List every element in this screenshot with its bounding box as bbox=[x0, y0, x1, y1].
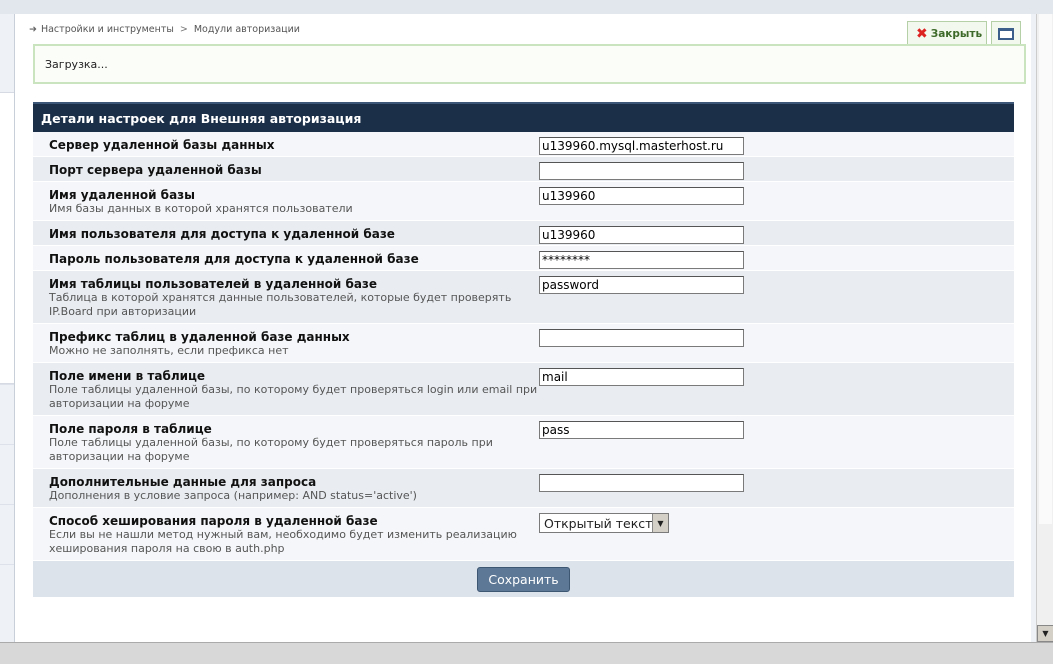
setting-input[interactable] bbox=[539, 276, 744, 294]
settings-row: Пароль пользователя для доступа к удален… bbox=[33, 246, 1014, 271]
breadcrumb: ➜ Настройки и инструменты > Модули авториза… bbox=[29, 24, 300, 35]
setting-field bbox=[539, 329, 744, 347]
settings-row: Способ хеширования пароля в удаленной ба… bbox=[33, 508, 1014, 561]
settings-row: Поле имени в таблице Поле таблицы удаленн… bbox=[33, 363, 1014, 416]
setting-input[interactable] bbox=[539, 474, 744, 492]
setting-description: Дополнения в условие запроса (например: … bbox=[49, 489, 417, 502]
top-frame-bar bbox=[0, 0, 1053, 14]
settings-row: Имя таблицы пользователей в удаленной ба… bbox=[33, 271, 1014, 324]
bottom-frame-bar bbox=[0, 642, 1053, 664]
setting-field bbox=[539, 368, 744, 386]
hash-method-select[interactable]: Открытый текст ▼ bbox=[539, 513, 669, 533]
save-button[interactable]: Сохранить bbox=[477, 566, 570, 592]
settings-row: Префикс таблиц в удаленной базе данных Мо… bbox=[33, 324, 1014, 363]
settings-row: Имя удаленной базы Имя базы данных в кото… bbox=[33, 182, 1014, 221]
select-value: Открытый текст bbox=[544, 515, 653, 531]
setting-description: Поле таблицы удаленной базы, по которому… bbox=[49, 383, 538, 410]
setting-field bbox=[539, 276, 744, 294]
setting-input[interactable] bbox=[539, 421, 744, 439]
setting-field bbox=[539, 137, 744, 155]
setting-input[interactable] bbox=[539, 137, 744, 155]
settings-row: Порт сервера удаленной базы bbox=[33, 157, 1014, 182]
setting-input[interactable] bbox=[539, 187, 744, 205]
setting-label: Способ хеширования пароля в удаленной ба… bbox=[49, 514, 378, 528]
setting-label: Сервер удаленной базы данных bbox=[49, 138, 275, 152]
setting-description: Можно не заполнять, если префикса нет bbox=[49, 344, 289, 357]
main-content: ➜ Настройки и инструменты > Модули авториза… bbox=[14, 14, 1031, 642]
setting-description: Если вы не нашли метод нужный вам, необх… bbox=[49, 528, 517, 555]
setting-description: Таблица в которой хранятся данные пользо… bbox=[49, 291, 512, 318]
setting-field bbox=[539, 421, 744, 439]
breadcrumb-separator: > bbox=[179, 24, 188, 35]
setting-input[interactable] bbox=[539, 226, 744, 244]
close-tab-button[interactable]: ✖ Закрыть bbox=[907, 21, 987, 45]
scroll-thumb[interactable] bbox=[1039, 14, 1052, 524]
loading-text: Загрузка... bbox=[45, 57, 108, 71]
close-x-icon: ✖ bbox=[916, 25, 928, 42]
setting-label: Поле имени в таблице bbox=[49, 369, 206, 383]
loading-status-box: Загрузка... bbox=[33, 44, 1026, 84]
setting-input[interactable] bbox=[539, 162, 744, 180]
window-icon bbox=[998, 27, 1014, 40]
setting-label: Поле пароля в таблице bbox=[49, 422, 212, 436]
setting-label: Имя таблицы пользователей в удаленной ба… bbox=[49, 277, 378, 291]
window-tab-button[interactable] bbox=[991, 21, 1021, 45]
setting-field bbox=[539, 187, 744, 205]
settings-row: Сервер удаленной базы данных bbox=[33, 132, 1014, 157]
settings-rows: Сервер удаленной базы данных Порт сервера… bbox=[33, 132, 1014, 561]
close-tab-label: Закрыть bbox=[930, 27, 983, 40]
setting-field bbox=[539, 226, 744, 244]
breadcrumb-item-auth-modules[interactable]: Модули авторизации bbox=[194, 24, 300, 35]
settings-row: Поле пароля в таблице Поле таблицы удален… bbox=[33, 416, 1014, 469]
setting-field bbox=[539, 162, 744, 180]
left-side-lines bbox=[0, 384, 14, 624]
scroll-down-arrow-icon[interactable]: ▼ bbox=[1037, 625, 1053, 642]
setting-input[interactable] bbox=[539, 368, 744, 386]
settings-panel: Детали настроек для Внешняя авторизация … bbox=[33, 102, 1014, 597]
setting-field: Открытый текст ▼ bbox=[539, 513, 669, 533]
arrow-right-icon: ➜ bbox=[29, 24, 37, 35]
password-input[interactable] bbox=[539, 251, 744, 269]
vertical-scrollbar[interactable]: ▼ bbox=[1036, 14, 1053, 642]
panel-title: Детали настроек для Внешняя авторизация bbox=[33, 102, 1014, 132]
setting-label: Имя пользователя для доступа к удаленной… bbox=[49, 227, 395, 241]
setting-field bbox=[539, 251, 744, 269]
breadcrumb-item-settings[interactable]: Настройки и инструменты bbox=[41, 24, 174, 35]
left-side-panel bbox=[0, 92, 14, 384]
setting-description: Имя базы данных в которой хранятся польз… bbox=[49, 202, 353, 215]
chevron-down-icon[interactable]: ▼ bbox=[652, 514, 668, 532]
setting-label: Дополнительные данные для запроса bbox=[49, 475, 317, 489]
setting-field bbox=[539, 474, 744, 492]
setting-label: Префикс таблиц в удаленной базе данных bbox=[49, 330, 350, 344]
setting-input[interactable] bbox=[539, 329, 744, 347]
panel-footer: Сохранить bbox=[33, 561, 1014, 597]
setting-label: Имя удаленной базы bbox=[49, 188, 195, 202]
setting-label: Пароль пользователя для доступа к удален… bbox=[49, 252, 419, 266]
setting-description: Поле таблицы удаленной базы, по которому… bbox=[49, 436, 493, 463]
setting-label: Порт сервера удаленной базы bbox=[49, 163, 262, 177]
settings-row: Имя пользователя для доступа к удаленной… bbox=[33, 221, 1014, 246]
settings-row: Дополнительные данные для запроса Дополне… bbox=[33, 469, 1014, 508]
